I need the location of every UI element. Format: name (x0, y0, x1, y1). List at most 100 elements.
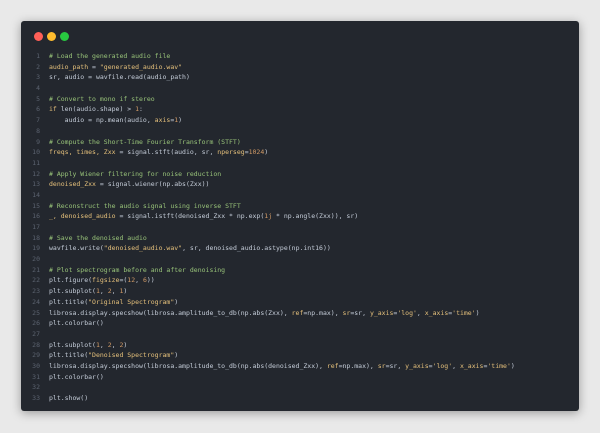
code-line: 6 if len(audio.shape) > 1: (21, 104, 579, 115)
code-editor[interactable]: 1 # Load the generated audio file 2 audio_p… (21, 51, 579, 404)
line-number: 4 (36, 84, 40, 93)
code-token: "denoised_audio.wav" (103, 244, 183, 253)
code-line: 2 audio_path = "generated_audio.wav" (21, 62, 579, 73)
line-number: 10 (32, 148, 40, 157)
code-token: _, denoised_audio (49, 212, 116, 221)
code-line: 18 # Save the denoised audio (21, 233, 579, 244)
code-line: 14 (21, 190, 579, 201)
code-text: freqs, times, Zxx = signal.stft(audio, s… (40, 147, 268, 158)
line-number: 22 (32, 276, 40, 285)
code-line: 7 audio = np.mean(audio, axis=1) (21, 115, 579, 126)
line-number: 8 (36, 126, 40, 135)
code-line: 33 plt.show() (21, 393, 579, 404)
code-line: 26 plt.colorbar() (21, 318, 579, 329)
line-number: 13 (32, 180, 40, 189)
line-number: 5 (36, 94, 40, 103)
code-token: nperseg (217, 148, 245, 157)
code-text: plt.subplot(1, 2, 2) (40, 340, 127, 351)
code-token: 'log' (432, 361, 453, 370)
line-number: 28 (32, 340, 40, 349)
code-token: if (49, 105, 57, 114)
close-window-icon[interactable] (34, 32, 43, 41)
code-token: # Compute the Short-Time Fourier Transfo… (49, 137, 241, 146)
line-number: 2 (36, 62, 40, 71)
code-token: = signal.wiener(np.abs(Zxx)) (95, 180, 210, 189)
code-text: # Load the generated audio file (40, 51, 170, 62)
code-token: figsize (92, 276, 120, 285)
code-token: # Convert to mono if stereo (49, 94, 155, 103)
code-token: =sr, (385, 361, 406, 370)
line-number: 27 (32, 329, 40, 338)
code-token: librosa.display.specshow(librosa.amplitu… (49, 361, 327, 370)
code-token: plt.colorbar() (49, 372, 104, 381)
code-text: wavfile.write("denoised_audio.wav", sr, … (40, 243, 331, 254)
code-line: 21 # Plot spectrogram before and after de… (21, 265, 579, 276)
code-token: : (139, 105, 143, 114)
line-number: 9 (36, 137, 40, 146)
code-text: audio = np.mean(audio, axis=1) (40, 115, 182, 126)
code-text: plt.title("Denoised Spectrogram") (40, 350, 178, 361)
code-token: , (416, 308, 425, 317)
code-token: =sr, (350, 308, 370, 317)
line-number: 30 (32, 361, 40, 370)
code-text: # Save the denoised audio (40, 233, 147, 244)
code-line: 13 denoised_Zxx = signal.wiener(np.abs(Zx… (21, 179, 579, 190)
code-token: freqs, times, Zxx (49, 148, 116, 157)
minimize-window-icon[interactable] (47, 32, 56, 41)
line-number: 6 (36, 105, 40, 114)
line-number: 7 (36, 116, 40, 125)
code-line: 9 # Compute the Short-Time Fourier Transf… (21, 137, 579, 148)
line-number: 26 (32, 319, 40, 328)
code-token: = (88, 62, 100, 71)
zoom-window-icon[interactable] (60, 32, 69, 41)
code-token: ) (123, 287, 128, 296)
code-text: # Compute the Short-Time Fourier Transfo… (40, 137, 241, 148)
code-token: , (135, 276, 143, 285)
line-number: 1 (36, 52, 40, 60)
code-token: =np.max), (338, 361, 378, 370)
code-token: plt.figure( (49, 276, 93, 285)
code-token: denoised_Zxx (49, 180, 96, 189)
code-line: 11 (21, 158, 579, 169)
code-line: 3 sr, audio = wavfile.read(audio_path) (21, 72, 579, 83)
code-line: 10 freqs, times, Zxx = signal.stft(audio,… (21, 147, 579, 158)
code-token: )) (146, 276, 155, 285)
code-token: ) (123, 340, 128, 349)
line-number: 17 (32, 223, 40, 231)
code-line: 19 wavfile.write("denoised_audio.wav", sr… (21, 243, 579, 254)
window-titlebar (21, 21, 579, 51)
code-token: 'time' (452, 308, 476, 317)
code-line: 30 librosa.display.specshow(librosa.ampli… (21, 361, 579, 372)
code-token: 'log' (397, 308, 417, 317)
code-text: # Plot spectrogram before and after deno… (40, 265, 225, 276)
line-number: 20 (32, 255, 40, 264)
code-token: ) (264, 148, 269, 157)
code-token: 1j (264, 212, 273, 221)
code-token: 1024 (248, 148, 265, 157)
code-text: librosa.display.specshow(librosa.amplitu… (40, 308, 480, 319)
code-line: 1 # Load the generated audio file (21, 51, 579, 62)
code-token: "generated_audio.wav" (99, 62, 183, 71)
code-text: # Convert to mono if stereo (40, 94, 155, 105)
code-token: len(audio.shape) > (56, 105, 136, 114)
code-text: sr, audio = wavfile.read(audio_path) (40, 72, 190, 83)
code-line: 8 (21, 126, 579, 137)
code-line: 5 # Convert to mono if stereo (21, 94, 579, 105)
code-token: audio = np.mean(audio, (49, 116, 155, 125)
code-text: plt.show() (40, 393, 88, 404)
code-text: plt.subplot(1, 2, 1) (40, 286, 127, 297)
code-line: 25 librosa.display.specshow(librosa.ampli… (21, 308, 579, 319)
code-line: 29 plt.title("Denoised Spectrogram") (21, 350, 579, 361)
code-line: 28 plt.subplot(1, 2, 2) (21, 340, 579, 351)
code-line: 15 # Reconstruct the audio signal using i… (21, 201, 579, 212)
code-token: 12 (127, 276, 136, 285)
code-token: plt.subplot( (49, 340, 96, 349)
code-token: ref (291, 308, 304, 317)
code-token: # Plot spectrogram before and after deno… (49, 265, 226, 274)
code-line: 27 (21, 329, 579, 340)
code-token: , (452, 361, 460, 370)
